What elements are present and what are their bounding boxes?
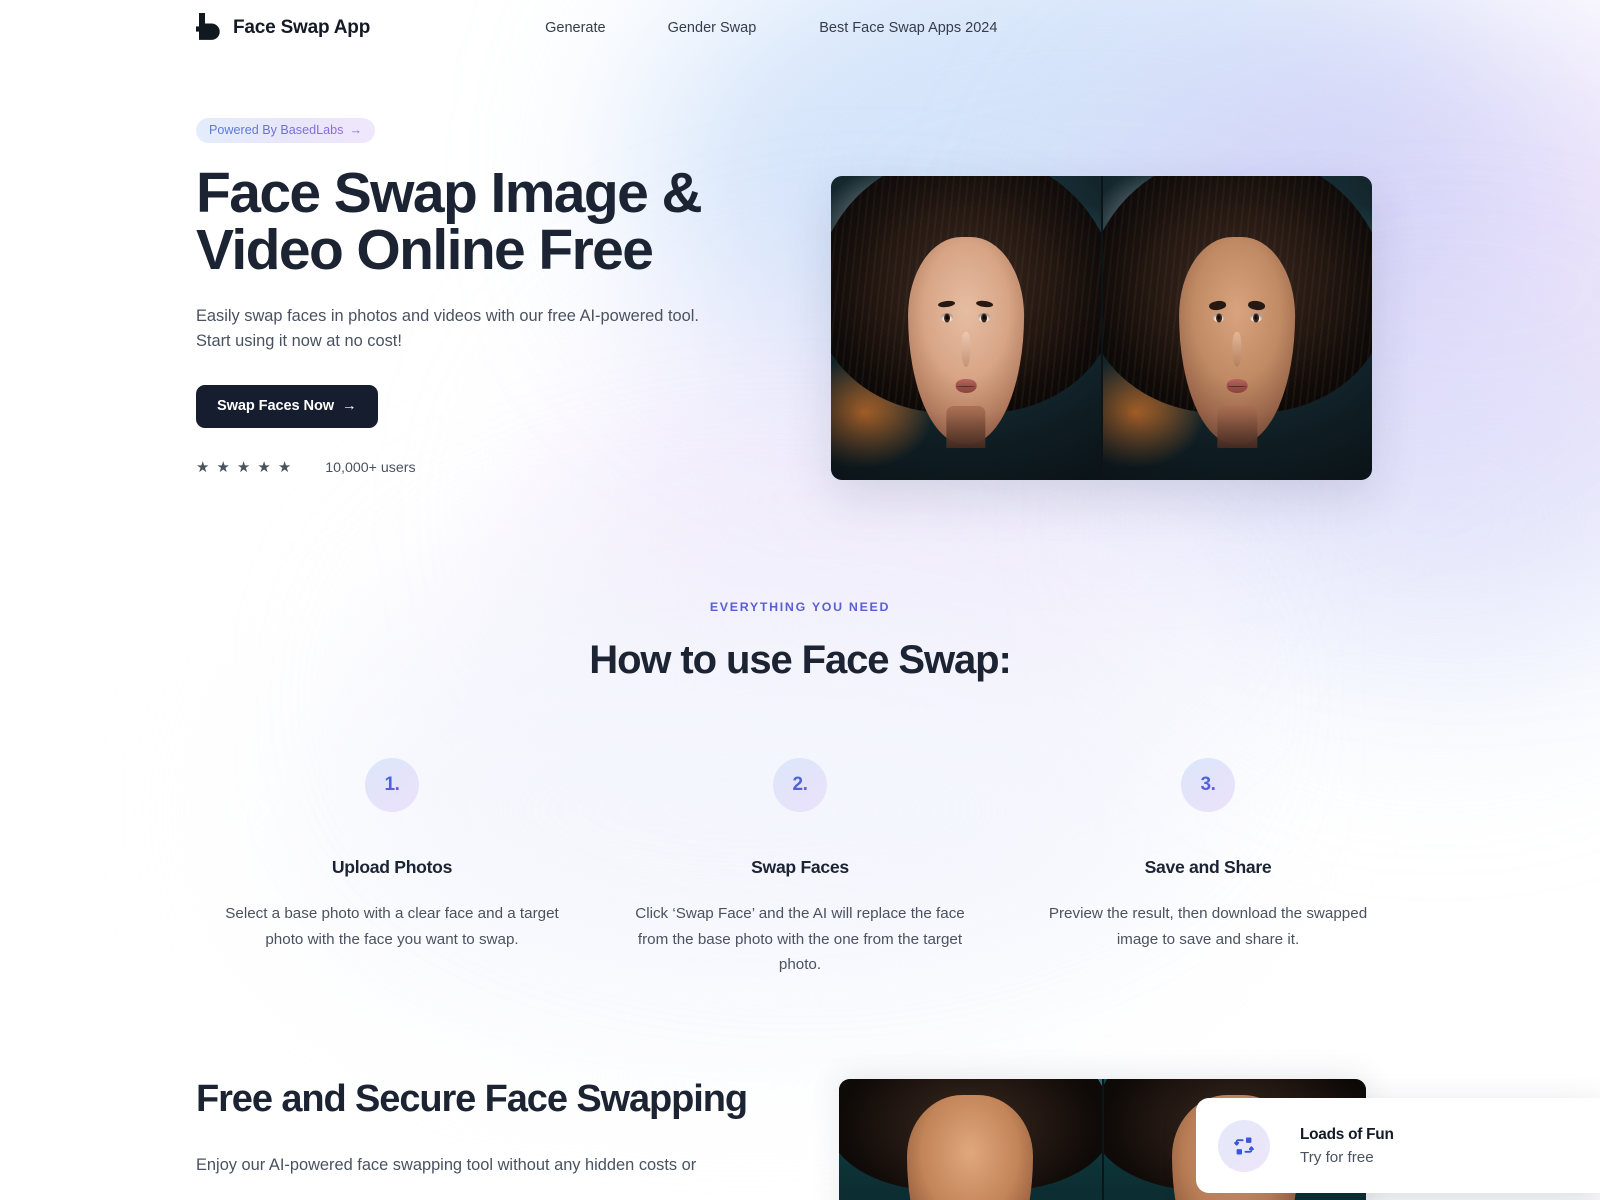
step-description: Preview the result, then download the sw…	[1048, 905, 1368, 948]
section-title: How to use Face Swap:	[589, 638, 1012, 682]
powered-by-badge[interactable]: Powered By BasedLabs →	[196, 118, 376, 143]
nav-item-gender-swap[interactable]: Gender Swap	[668, 20, 757, 36]
step-title: Swap Faces	[751, 857, 849, 877]
how-to-section: EVERYTHING YOU NEED How to use Face Swap…	[0, 600, 1600, 978]
nav-item-generate[interactable]: Generate	[545, 20, 605, 36]
free-secure-content: Free and Secure Face Swapping Enjoy our …	[196, 1078, 756, 1178]
promo-card-subtitle: Try for free	[1300, 1148, 1374, 1166]
hero-before-after-image	[831, 176, 1372, 480]
star-icon: ★	[196, 459, 210, 477]
star-icon: ★	[277, 459, 292, 477]
step-card-save-and-share: 3. Save and Share Preview the result, th…	[1004, 758, 1412, 978]
promo-card-texts: Loads of Fun Try for free	[1300, 1126, 1394, 1166]
page-title: Face Swap Image & Video Online Free	[196, 165, 796, 279]
arrow-right-icon: →	[349, 122, 363, 137]
star-icon: ★	[236, 459, 251, 477]
steps-list: 1. Upload Photos Select a base photo wit…	[0, 758, 1600, 978]
step-number-badge: 3.	[1181, 758, 1235, 812]
step-description: Click ‘Swap Face’ and the AI will replac…	[635, 905, 965, 974]
promo-floating-card[interactable]: Loads of Fun Try for free	[1196, 1098, 1600, 1193]
step-title: Save and Share	[1144, 857, 1272, 877]
hero-image-after	[1100, 176, 1372, 480]
hero-title-line-2: Video Online Free	[196, 218, 654, 282]
site-header: Face Swap App Generate Gender Swap Best …	[0, 0, 1600, 56]
step-number-badge: 1.	[365, 758, 419, 812]
arrow-right-icon: →	[342, 397, 357, 414]
star-rating: ★ ★ ★ ★ ★	[196, 460, 291, 475]
step-number-badge: 2.	[773, 758, 827, 812]
hero-image-before	[831, 176, 1101, 480]
landing-page: Face Swap App Generate Gender Swap Best …	[0, 0, 1600, 1200]
brand-name: Face Swap App	[233, 17, 371, 38]
social-proof-row: ★ ★ ★ ★ ★ 10,000+ users	[196, 460, 796, 476]
step-number: 2.	[792, 774, 808, 795]
star-icon: ★	[216, 459, 230, 477]
swap-faces-now-button[interactable]: Swap Faces Now →	[196, 384, 378, 428]
powered-by-badge-label: Powered By BasedLabs	[209, 123, 344, 137]
bottom-image-before	[839, 1079, 1102, 1200]
cta-label: Swap Faces Now	[217, 397, 335, 414]
step-description: Select a base photo with a clear face an…	[225, 905, 559, 948]
promo-card-title: Loads of Fun	[1300, 1125, 1394, 1143]
free-secure-subtitle: Enjoy our AI-powered face swapping tool …	[196, 1156, 697, 1174]
step-card-upload-photos: 1. Upload Photos Select a base photo wit…	[188, 758, 596, 978]
star-icon: ★	[257, 459, 271, 477]
hero-title-line-1: Face Swap Image &	[196, 161, 703, 225]
step-number: 1.	[384, 774, 400, 795]
brand-logo-link[interactable]: Face Swap App	[196, 13, 370, 43]
hero-content: Powered By BasedLabs → Face Swap Image &…	[196, 118, 796, 476]
step-number: 3.	[1200, 774, 1216, 795]
section-eyebrow: EVERYTHING YOU NEED	[709, 600, 891, 614]
hero-subtitle: Easily swap faces in photos and videos w…	[196, 307, 699, 351]
main-navigation: Generate Gender Swap Best Face Swap Apps…	[545, 20, 997, 36]
free-secure-title: Free and Secure Face Swapping	[196, 1078, 748, 1120]
user-count-label: 10,000+ users	[325, 459, 416, 476]
step-title: Upload Photos	[331, 857, 453, 877]
step-card-swap-faces: 2. Swap Faces Click ‘Swap Face’ and the …	[596, 758, 1004, 978]
swap-arrows-glyph	[1234, 1137, 1254, 1154]
basedlabs-b-logo-icon	[196, 13, 220, 40]
nav-item-best-face-swap-apps[interactable]: Best Face Swap Apps 2024	[819, 20, 997, 36]
swap-arrows-icon	[1218, 1119, 1270, 1172]
